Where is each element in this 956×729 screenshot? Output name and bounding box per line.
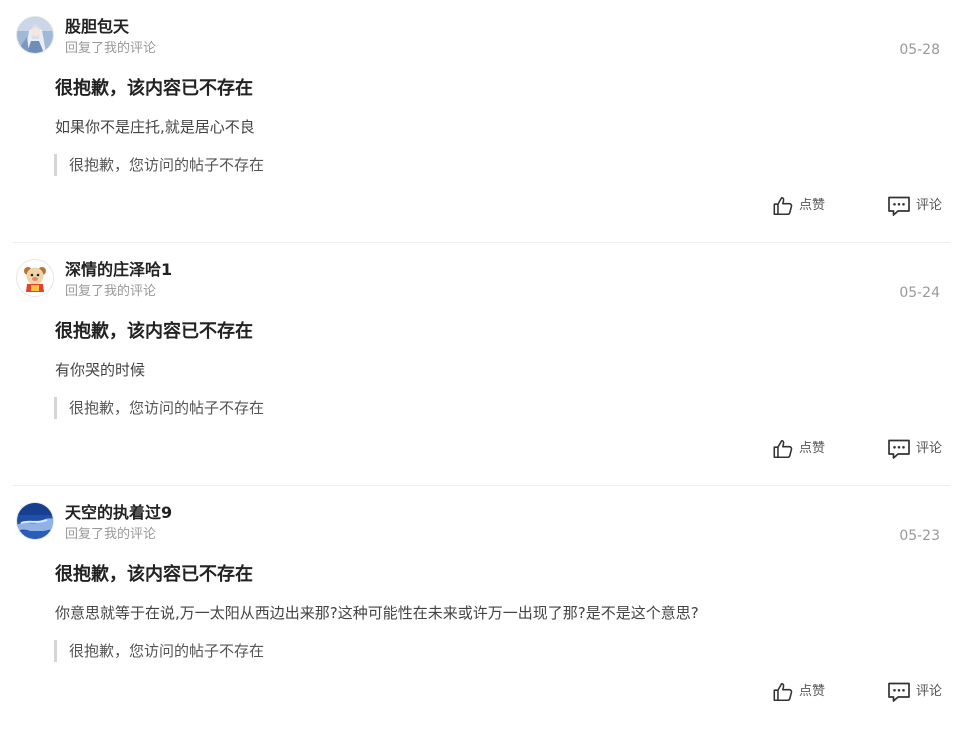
- like-label: 点赞: [798, 198, 825, 213]
- comment-label: 评论: [915, 441, 942, 456]
- user-avatar[interactable]: [16, 16, 54, 54]
- reply-notice: 回复了我的评论: [65, 41, 157, 56]
- comment-card: 深情的庄泽哈1 回复了我的评论 05-24 很抱歉，该内容已不存在 有你哭的时候…: [12, 243, 950, 486]
- action-bar: 点赞 评论: [772, 679, 942, 705]
- comment-label: 评论: [915, 684, 942, 699]
- reply-text[interactable]: 你意思就等于在说,万一太阳从西边出来那?这种可能性在未来或许万一出现了那?是不是…: [55, 602, 699, 624]
- quoted-original-post[interactable]: 很抱歉，您访问的帖子不存在: [54, 154, 264, 176]
- reply-text[interactable]: 有你哭的时候: [55, 359, 145, 381]
- like-label: 点赞: [798, 441, 825, 456]
- comment-card: 股胆包天 回复了我的评论 05-28 很抱歉，该内容已不存在 如果你不是庄托,就…: [12, 0, 950, 243]
- reply-notice: 回复了我的评论: [65, 284, 157, 299]
- blue-sky-avatar-icon: [17, 503, 53, 539]
- comment-bubble-icon: [888, 439, 910, 459]
- quoted-original-post[interactable]: 很抱歉，您访问的帖子不存在: [54, 397, 264, 419]
- comment-button[interactable]: 评论: [887, 681, 942, 703]
- comment-card: 天空的执着过9 回复了我的评论 05-23 很抱歉，该内容已不存在 你意思就等于…: [12, 486, 950, 729]
- like-label: 点赞: [798, 684, 825, 699]
- cartoon-mascot-avatar-icon: [17, 260, 53, 296]
- notification-feed: 股胆包天 回复了我的评论 05-28 很抱歉，该内容已不存在 如果你不是庄托,就…: [0, 0, 956, 729]
- deleted-content-title[interactable]: 很抱歉，该内容已不存在: [55, 76, 253, 102]
- comment-button[interactable]: 评论: [887, 195, 942, 217]
- reply-text[interactable]: 如果你不是庄托,就是居心不良: [55, 116, 255, 138]
- like-button[interactable]: 点赞: [772, 438, 825, 460]
- reply-notice: 回复了我的评论: [65, 527, 157, 542]
- comment-bubble-icon: [888, 682, 910, 702]
- user-avatar[interactable]: [16, 259, 54, 297]
- username[interactable]: 天空的执着过9: [65, 502, 172, 524]
- deleted-content-title[interactable]: 很抱歉，该内容已不存在: [55, 562, 253, 588]
- quoted-original-post[interactable]: 很抱歉，您访问的帖子不存在: [54, 640, 264, 662]
- thumbs-up-icon: [773, 439, 793, 459]
- comment-button[interactable]: 评论: [887, 438, 942, 460]
- deleted-content-title[interactable]: 很抱歉，该内容已不存在: [55, 319, 253, 345]
- like-button[interactable]: 点赞: [772, 681, 825, 703]
- timestamp: 05-23: [899, 528, 940, 544]
- username[interactable]: 股胆包天: [65, 16, 129, 38]
- thumbs-up-icon: [773, 682, 793, 702]
- timestamp: 05-24: [899, 285, 940, 301]
- action-bar: 点赞 评论: [772, 436, 942, 462]
- thumbs-up-icon: [773, 196, 793, 216]
- anime-character-avatar-icon: [17, 17, 53, 53]
- comment-bubble-icon: [888, 196, 910, 216]
- comment-label: 评论: [915, 198, 942, 213]
- like-button[interactable]: 点赞: [772, 195, 825, 217]
- action-bar: 点赞 评论: [772, 193, 942, 219]
- timestamp: 05-28: [899, 42, 940, 58]
- user-avatar[interactable]: [16, 502, 54, 540]
- username[interactable]: 深情的庄泽哈1: [65, 259, 172, 281]
